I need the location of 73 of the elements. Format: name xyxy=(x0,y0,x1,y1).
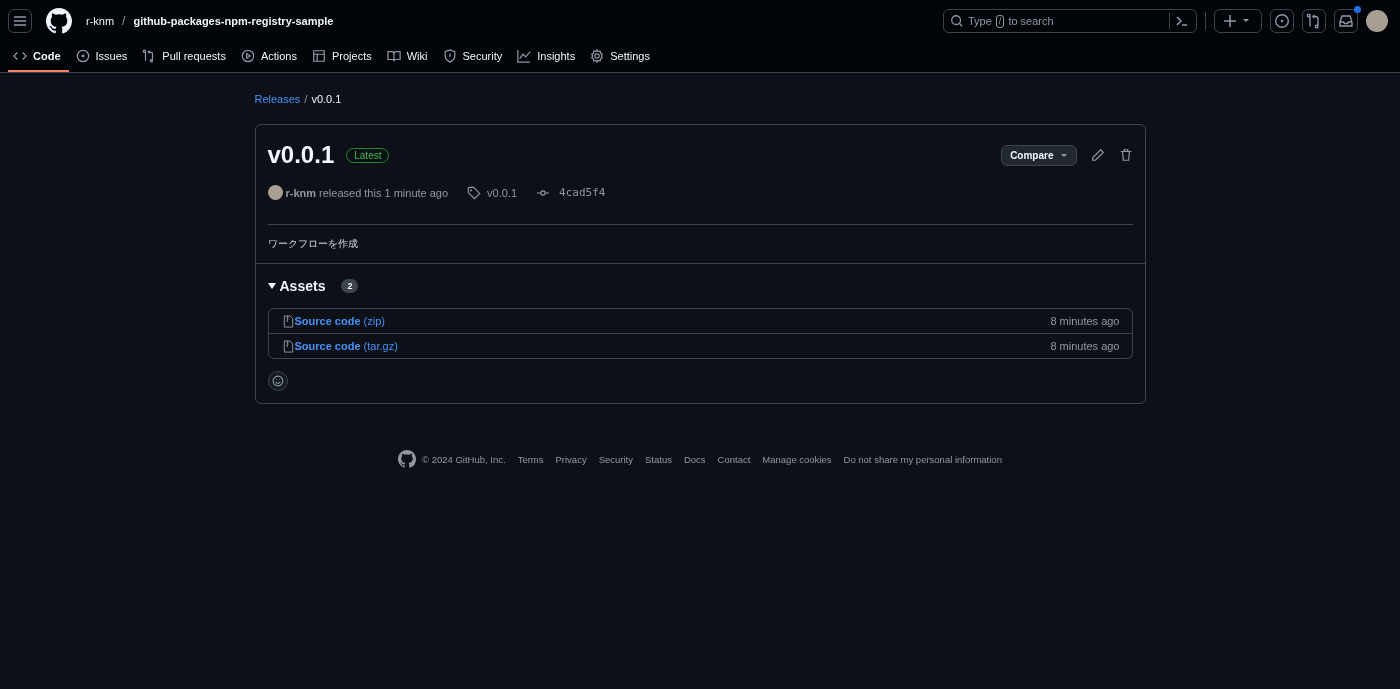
tab-icon xyxy=(386,49,401,63)
search-icon xyxy=(950,14,964,28)
tab-icon xyxy=(517,49,532,63)
tab-icon xyxy=(240,49,255,63)
shortcut-key: / xyxy=(995,14,1005,28)
author-avatar xyxy=(267,185,283,200)
pull-requests-button[interactable] xyxy=(1302,9,1326,33)
inbox-button[interactable] xyxy=(1334,9,1358,33)
repo-tab[interactable]: Actions xyxy=(235,42,305,72)
breadcrumb-separator: / xyxy=(304,93,308,105)
commit-link[interactable]: 4cad5f4 xyxy=(559,186,606,199)
search-field[interactable]: Type / to search xyxy=(943,9,1197,33)
footer-link[interactable]: Do not share my personal information xyxy=(843,453,1002,465)
repo-tab[interactable]: Settings xyxy=(585,42,658,72)
menu-button[interactable] xyxy=(8,9,32,33)
tab-icon xyxy=(13,49,27,63)
repo-link[interactable]: github-packages-npm-registry-sample xyxy=(133,15,334,27)
owner-link[interactable]: r-knm xyxy=(86,15,115,27)
asset-link[interactable]: Source code (zip) xyxy=(294,315,385,327)
asset-time: 8 minutes ago xyxy=(1050,340,1120,352)
breadcrumb-current: v0.0.1 xyxy=(311,93,342,105)
footer-link[interactable]: Status xyxy=(645,453,672,465)
disclosure-triangle-icon[interactable] xyxy=(267,282,276,290)
command-palette-icon[interactable] xyxy=(1169,13,1190,29)
tab-icon xyxy=(75,49,90,63)
create-new-button[interactable] xyxy=(1214,9,1262,33)
author-link[interactable]: r-knm xyxy=(285,186,317,199)
circle-dot-icon xyxy=(1274,13,1290,29)
assets-heading: Assets xyxy=(279,278,326,294)
caret-icon xyxy=(1059,151,1068,159)
repo-tab[interactable]: Projects xyxy=(306,42,380,72)
asset-time: 8 minutes ago xyxy=(1050,315,1120,327)
footer-link[interactable]: Privacy xyxy=(555,453,587,465)
footer-link[interactable]: Terms xyxy=(517,453,544,465)
releases-link[interactable]: Releases xyxy=(254,93,301,105)
issues-button[interactable] xyxy=(1270,9,1294,33)
repo-tab[interactable]: Code xyxy=(8,42,69,72)
path-separator: / xyxy=(122,14,126,28)
assets-count: 2 xyxy=(341,279,359,293)
tag-icon xyxy=(467,185,482,200)
repo-tab[interactable]: Security xyxy=(437,42,511,72)
release-description: ワークフローを作成 xyxy=(267,237,359,251)
octocat-logo-icon[interactable] xyxy=(46,8,72,34)
copyright: © 2024 GitHub, Inc. xyxy=(422,453,506,465)
footer-link[interactable]: Manage cookies xyxy=(762,453,832,465)
zip-file-icon xyxy=(282,314,294,328)
release-title: v0.0.1 xyxy=(267,141,335,169)
footer-link[interactable]: Security xyxy=(598,453,633,465)
tab-icon xyxy=(311,49,326,63)
search-hint: to search xyxy=(1008,15,1054,27)
menu-icon xyxy=(12,13,28,29)
smiley-icon xyxy=(271,375,284,387)
octocat-logo-icon[interactable] xyxy=(398,450,417,468)
trash-icon[interactable] xyxy=(1118,148,1133,162)
release-time: released this 1 minute ago xyxy=(319,186,449,199)
footer-link[interactable]: Docs xyxy=(683,453,706,465)
add-reaction-button[interactable] xyxy=(267,371,288,391)
repo-tab[interactable]: Insights xyxy=(512,42,584,72)
repo-tab[interactable]: Wiki xyxy=(381,42,436,72)
search-hint: Type xyxy=(968,15,992,27)
footer-link[interactable]: Contact xyxy=(717,453,751,465)
pull-request-icon xyxy=(1306,13,1322,29)
avatar[interactable] xyxy=(1366,10,1388,32)
repo-tab[interactable]: Issues xyxy=(70,42,136,72)
compare-button[interactable]: Compare xyxy=(1001,144,1077,166)
tag-link[interactable]: v0.0.1 xyxy=(487,186,518,199)
tab-icon xyxy=(590,49,605,63)
tab-icon xyxy=(442,49,457,63)
zip-file-icon xyxy=(282,339,294,353)
repo-tab[interactable]: Pull requests xyxy=(137,42,234,72)
pencil-icon[interactable] xyxy=(1090,148,1105,162)
asset-link[interactable]: Source code (tar.gz) xyxy=(294,340,398,352)
inbox-icon xyxy=(1338,13,1354,29)
